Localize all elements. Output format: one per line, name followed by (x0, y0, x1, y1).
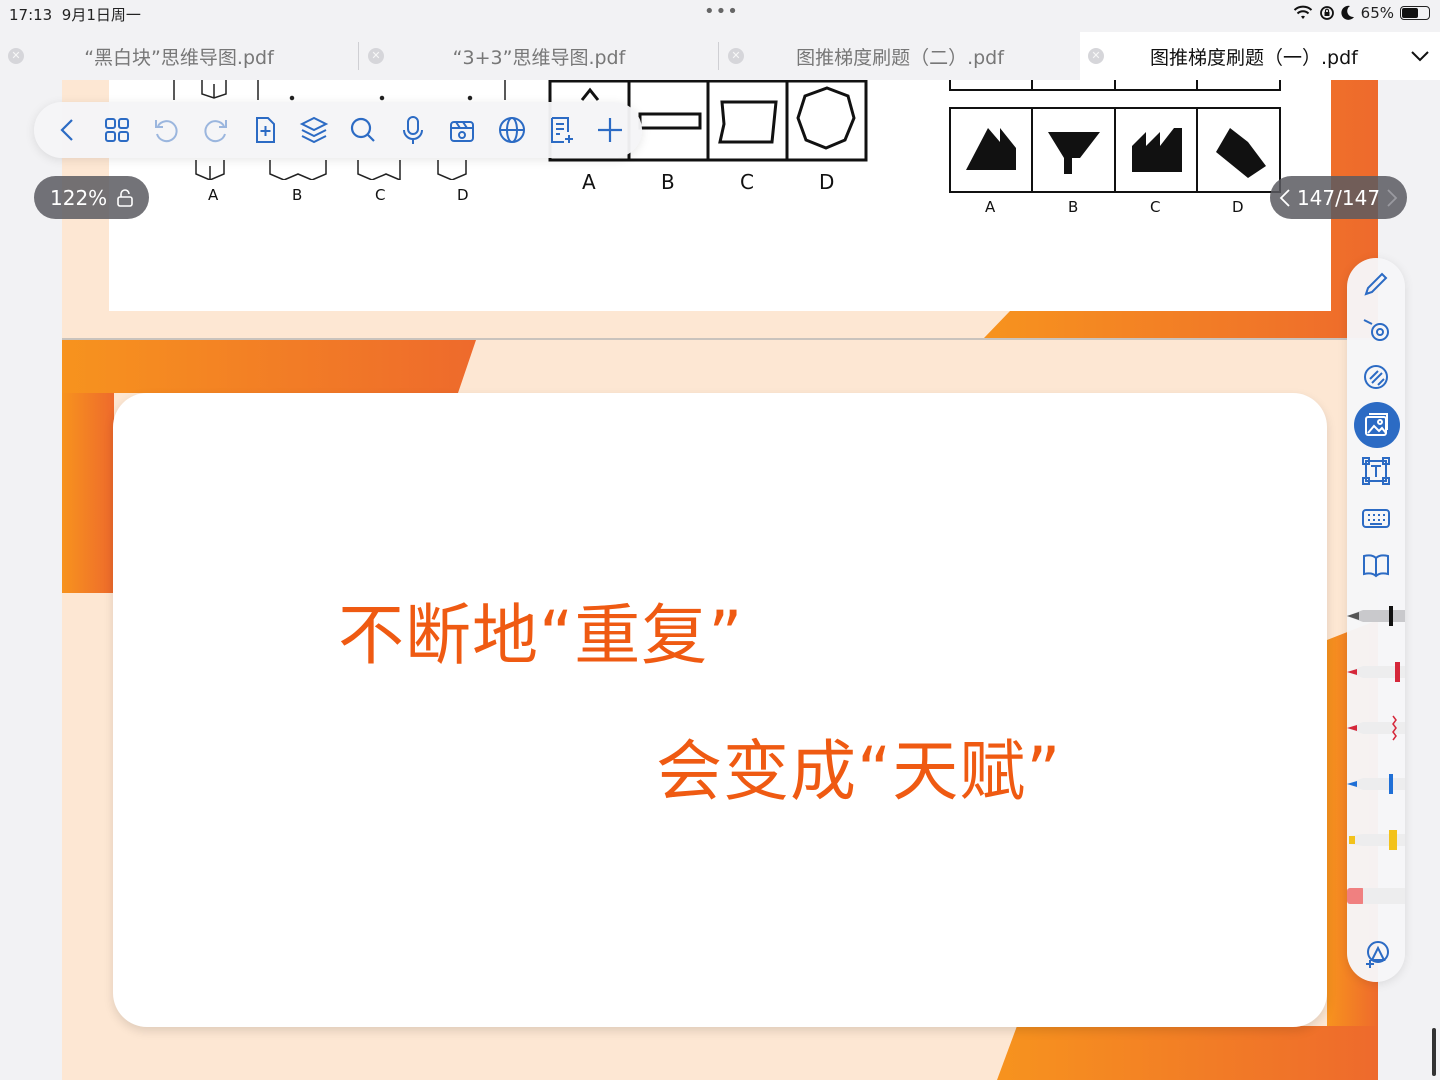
tab-heibaikuai[interactable]: ✕ “黑白块”思维导图.pdf (0, 32, 358, 80)
red-wavy-pen-icon[interactable] (1347, 714, 1405, 742)
option-label: B (661, 170, 675, 194)
lasso-icon[interactable] (1360, 314, 1392, 346)
document-canvas[interactable]: A B C D A B C D A B C D 不断地“重复” 会变成“天赋” (62, 80, 1378, 1080)
tab-3plus3[interactable]: ✕ “3+3”思维导图.pdf (360, 32, 718, 80)
close-icon[interactable]: ✕ (368, 48, 384, 64)
close-icon[interactable]: ✕ (8, 48, 24, 64)
yellow-highlighter-icon[interactable] (1347, 826, 1405, 854)
book-icon[interactable] (1360, 549, 1392, 581)
layers-icon[interactable] (298, 114, 330, 146)
orientation-lock-icon (1319, 6, 1334, 20)
top-toolbar (34, 102, 642, 158)
page-divider (62, 338, 1378, 340)
option-label: A (985, 198, 996, 216)
status-time: 17:13 9月1日周一 (9, 6, 141, 24)
eraser-stick-icon[interactable] (1347, 882, 1405, 910)
battery-icon (1400, 6, 1430, 20)
media-icon[interactable] (446, 114, 478, 146)
option-label: C (375, 186, 386, 204)
slogan-line-1: 不断地“重复” (338, 597, 744, 674)
thumbnails-icon[interactable] (101, 114, 133, 146)
scroll-indicator[interactable] (1432, 1028, 1436, 1076)
chevron-down-icon[interactable] (1408, 44, 1432, 68)
page-indicator[interactable]: 147/147 (1270, 176, 1407, 219)
redo-icon[interactable] (200, 114, 232, 146)
zoom-level: 122% (50, 185, 108, 210)
tab-bar: ✕ “黑白块”思维导图.pdf ✕ “3+3”思维导图.pdf ✕ 图推梯度刷题… (0, 32, 1440, 80)
option-label: D (1232, 198, 1244, 216)
red-marker-icon[interactable] (1347, 658, 1405, 686)
status-right: 65% (1293, 4, 1430, 22)
page-number: 147/147 (1296, 185, 1381, 210)
option-label: C (1150, 198, 1161, 216)
search-icon[interactable] (347, 114, 379, 146)
option-label: C (740, 170, 754, 194)
chevron-left-icon[interactable] (1279, 188, 1291, 208)
option-label: D (457, 186, 469, 204)
option-label: A (582, 170, 596, 194)
tab-label: “3+3”思维导图.pdf (452, 46, 626, 69)
translate-globe-icon[interactable] (496, 114, 528, 146)
image-icon[interactable] (1360, 409, 1392, 441)
add-icon[interactable] (594, 114, 626, 146)
question-figure-black-shapes (949, 80, 1281, 193)
slogan-card (113, 393, 1327, 1027)
tab-label: 图推梯度刷题（一）.pdf (1150, 46, 1358, 69)
tab-label: “黑白块”思维导图.pdf (84, 46, 274, 69)
tool-palette (1347, 258, 1405, 982)
pencil-icon[interactable] (1360, 268, 1392, 300)
battery-percent: 65% (1360, 4, 1394, 22)
status-bar: 17:13 9月1日周一 ••• 65% (0, 0, 1440, 28)
option-label: A (208, 186, 219, 204)
unlock-icon[interactable] (115, 188, 135, 208)
tab-tutui-2[interactable]: ✕ 图推梯度刷题（二）.pdf (720, 32, 1080, 80)
zoom-indicator[interactable]: 122% (34, 176, 149, 219)
shapes-icon[interactable] (1360, 938, 1392, 970)
option-label: B (1068, 198, 1079, 216)
microphone-icon[interactable] (397, 114, 429, 146)
chevron-right-icon[interactable] (1386, 188, 1398, 208)
option-label: B (292, 186, 303, 204)
option-label: D (819, 170, 835, 194)
slogan-line-2: 会变成“天赋” (656, 733, 1062, 810)
tab-divider (718, 42, 719, 70)
tab-label: 图推梯度刷题（二）.pdf (796, 46, 1004, 69)
fountain-pen-icon[interactable] (1347, 602, 1405, 630)
eraser-icon[interactable] (1360, 361, 1392, 393)
back-icon[interactable] (52, 114, 84, 146)
wifi-icon (1293, 5, 1312, 19)
close-icon[interactable]: ✕ (1088, 48, 1104, 64)
tab-divider (358, 42, 359, 70)
multitasking-dots-icon[interactable]: ••• (704, 1, 739, 22)
textbox-icon[interactable] (1360, 455, 1392, 487)
moon-icon (1341, 5, 1354, 20)
notes-icon[interactable] (545, 114, 577, 146)
status-date: 9月1日周一 (61, 6, 141, 24)
keyboard-icon[interactable] (1360, 502, 1392, 534)
undo-icon[interactable] (150, 114, 182, 146)
tab-tutui-1[interactable]: ✕ 图推梯度刷题（一）.pdf (1080, 32, 1440, 80)
add-page-icon[interactable] (249, 114, 281, 146)
close-icon[interactable]: ✕ (728, 48, 744, 64)
blue-pen-icon[interactable] (1347, 770, 1405, 798)
